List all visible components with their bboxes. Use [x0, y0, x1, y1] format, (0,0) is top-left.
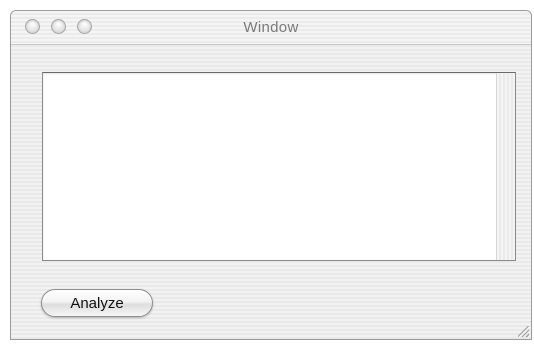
resize-grip-icon[interactable]: [518, 326, 529, 337]
text-area[interactable]: [43, 73, 497, 260]
vertical-scrollbar[interactable]: [496, 73, 515, 260]
text-area-frame: [42, 72, 516, 261]
title-bar[interactable]: Window: [11, 11, 531, 45]
window-title: Window: [243, 19, 299, 36]
analyze-button[interactable]: Analyze: [41, 289, 153, 317]
window: Window Analyze: [10, 10, 532, 340]
